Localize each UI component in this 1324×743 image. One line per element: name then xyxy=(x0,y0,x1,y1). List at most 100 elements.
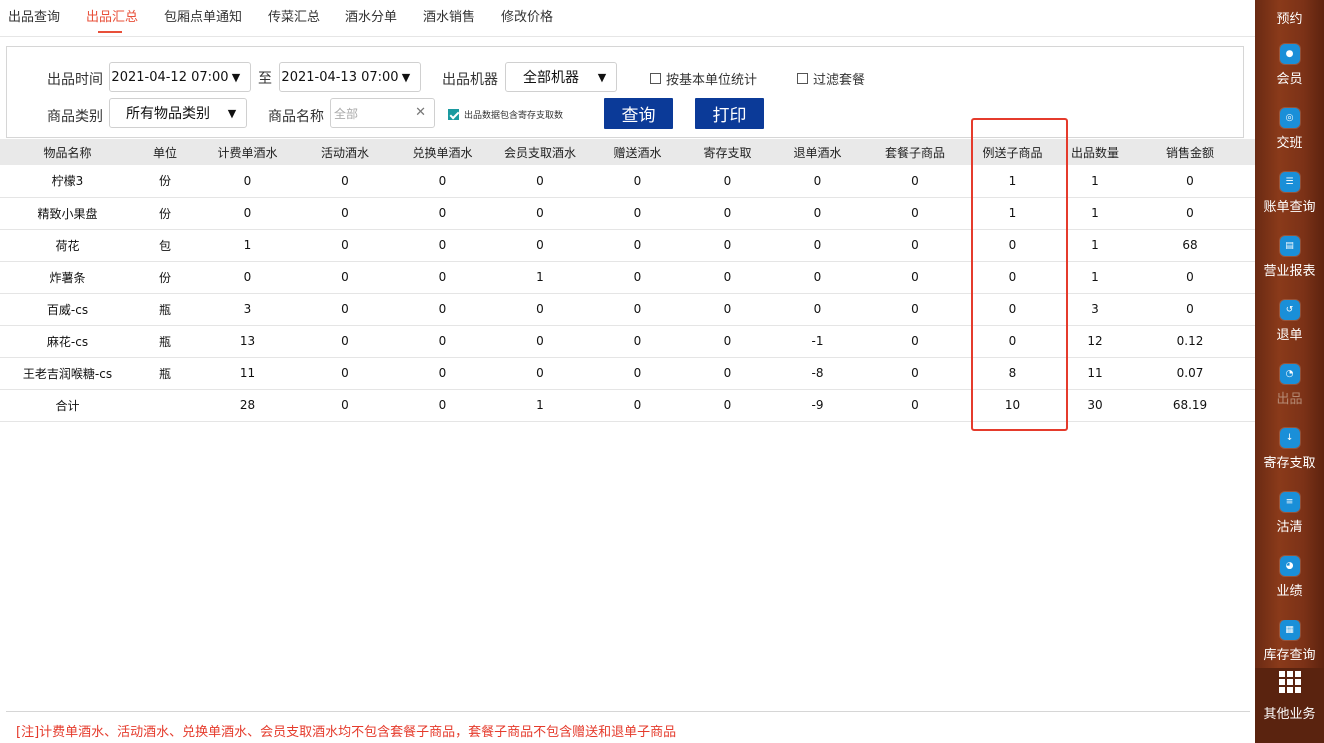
table-cell: 10 xyxy=(960,389,1065,422)
sidebar-item-label: 账单查询 xyxy=(1263,200,1316,215)
member-icon: ● xyxy=(1279,44,1300,64)
column-header[interactable]: 计费单酒水 xyxy=(195,139,300,165)
sidebar-item-label: 其他业务 xyxy=(1263,707,1316,722)
table-cell: 0 xyxy=(300,165,390,198)
category-select[interactable]: 所有物品类别 ▼ xyxy=(109,98,247,128)
sidebar-item-soldout[interactable]: ≡ 沽清 xyxy=(1255,492,1324,535)
table-cell: 瓶 xyxy=(135,357,195,390)
column-header[interactable]: 会员支取酒水 xyxy=(495,139,585,165)
to-label: 至 xyxy=(258,71,272,87)
table-row[interactable]: 炸薯条份 0 0 0 1 0 0 0 0 0 1 0 xyxy=(0,261,1255,294)
table-cell: 王老吉润喉糖-cs xyxy=(0,357,135,390)
column-header[interactable]: 兑换单酒水 xyxy=(390,139,495,165)
query-button[interactable]: 查询 xyxy=(604,98,673,129)
sidebar-item-member[interactable]: ● 会员 xyxy=(1255,44,1324,87)
machine-select[interactable]: 全部机器 ▼ xyxy=(505,62,617,92)
sidebar-item-bill-query[interactable]: ☰ 账单查询 xyxy=(1255,172,1324,215)
tab-serving-summary[interactable]: 传菜汇总 xyxy=(268,6,320,25)
table-cell: 0 xyxy=(870,261,960,294)
table-cell: 0 xyxy=(765,197,870,230)
table-cell: 1 xyxy=(1065,197,1125,230)
total-row[interactable]: 合计 28 0 0 1 0 0 -9 0 10 30 68.19 xyxy=(0,389,1255,422)
tab-modify-price[interactable]: 修改价格 xyxy=(501,6,553,25)
table-cell: 3 xyxy=(195,293,300,326)
table-row[interactable]: 王老吉润喉糖-cs 瓶 11 0 0 0 0 0 -8 0 8 11 0.07 xyxy=(0,357,1255,390)
chevron-down-icon: ▼ xyxy=(227,106,237,120)
table-cell: 0 xyxy=(390,325,495,358)
table-cell: 0 xyxy=(495,293,585,326)
filter-set-checkbox[interactable]: 过滤套餐 xyxy=(797,69,865,88)
table-row[interactable]: 精致小果盘份 0 0 0 0 0 0 0 0 1 1 0 xyxy=(0,197,1255,230)
column-header[interactable]: 套餐子商品 xyxy=(870,139,960,165)
column-header[interactable]: 销售金额 xyxy=(1125,139,1255,165)
product-name-placeholder: 全部 xyxy=(334,106,359,121)
include-storage-checkbox[interactable]: 出品数据包含寄存支取数 xyxy=(448,108,563,121)
sidebar-item-storage[interactable]: ↓ 寄存支取 xyxy=(1255,428,1324,471)
column-header[interactable]: 寄存支取 xyxy=(690,139,765,165)
checkbox-checked-icon xyxy=(448,109,459,120)
product-name-input[interactable]: 全部 ✕ xyxy=(330,98,435,128)
sidebar-item-output[interactable]: ◔ 出品 xyxy=(1255,364,1324,407)
sidebar-item-shift[interactable]: ◎ 交班 xyxy=(1255,108,1324,151)
basic-unit-checkbox[interactable]: 按基本单位统计 xyxy=(650,69,757,88)
table-cell: 0 xyxy=(960,325,1065,358)
table-cell: 合计 xyxy=(0,389,135,422)
table-row[interactable]: 百威-cs 瓶 3 0 0 0 0 0 0 0 0 3 0 xyxy=(0,293,1255,326)
table-cell: 0 xyxy=(390,197,495,230)
table-cell: 0 xyxy=(390,357,495,390)
sidebar-item-refund[interactable]: ↺ 退单 xyxy=(1255,300,1324,343)
table-row[interactable]: 荷花包 1 0 0 0 0 0 0 0 0 1 68 xyxy=(0,229,1255,262)
performance-icon: ◕ xyxy=(1279,556,1300,576)
tab-output-summary[interactable]: 出品汇总 xyxy=(86,6,138,25)
column-header[interactable]: 出品数量 xyxy=(1065,139,1125,165)
table-cell: 0 xyxy=(390,261,495,294)
column-header[interactable]: 单位 xyxy=(135,139,195,165)
tab-drink-sales[interactable]: 酒水销售 xyxy=(423,6,475,25)
active-tab-underline xyxy=(98,31,122,33)
report-icon: ▤ xyxy=(1279,236,1300,256)
output-summary-table: 物品名称 单位 计费单酒水 活动酒水 兑换单酒水 会员支取酒水 赠送酒水 寄存支… xyxy=(0,139,1255,422)
column-header[interactable]: 退单酒水 xyxy=(765,139,870,165)
table-cell: 0 xyxy=(870,389,960,422)
table-cell: 0 xyxy=(870,165,960,198)
print-button[interactable]: 打印 xyxy=(695,98,764,129)
table-cell: 0 xyxy=(495,165,585,198)
table-cell: 1 xyxy=(1065,165,1125,198)
table-cell: 0 xyxy=(300,325,390,358)
tab-output-query[interactable]: 出品查询 xyxy=(8,6,60,25)
sidebar-item-other-business[interactable]: 其他业务 xyxy=(1255,668,1324,743)
sidebar-item-performance[interactable]: ◕ 业绩 xyxy=(1255,556,1324,599)
table-cell: -9 xyxy=(765,389,870,422)
column-header[interactable]: 活动酒水 xyxy=(300,139,390,165)
table-cell: 0 xyxy=(195,261,300,294)
column-header[interactable]: 物品名称 xyxy=(0,139,135,165)
table-cell: 0 xyxy=(390,229,495,262)
column-header[interactable]: 赠送酒水 xyxy=(585,139,690,165)
table-cell: 0 xyxy=(495,197,585,230)
table-row[interactable]: 麻花-cs 瓶 13 0 0 0 0 0 -1 0 0 12 0.12 xyxy=(0,325,1255,358)
sidebar-item-inventory[interactable]: ▦ 库存查询 xyxy=(1255,620,1324,666)
end-time-select[interactable]: 2021-04-13 07:00 ▼ xyxy=(279,62,421,92)
right-sidebar: 预约 ● 会员 ◎ 交班 ☰ 账单查询 ▤ 营业报表 ↺ 退单 ◔ 出品 ↓ 寄… xyxy=(1255,0,1324,743)
table-cell: 0 xyxy=(300,357,390,390)
table-cell: 0 xyxy=(1125,165,1255,198)
clear-icon[interactable]: ✕ xyxy=(415,105,426,120)
column-header[interactable]: 例送子商品 xyxy=(960,139,1065,165)
sidebar-item-business-report[interactable]: ▤ 营业报表 xyxy=(1255,236,1324,279)
table-cell: 0 xyxy=(765,261,870,294)
table-cell: 68 xyxy=(1125,229,1255,262)
table-cell: 0 xyxy=(690,357,765,390)
table-cell: 0 xyxy=(390,389,495,422)
table-row[interactable]: 柠檬3 份 0 0 0 0 0 0 0 0 1 1 0 xyxy=(0,165,1255,198)
output-icon: ◔ xyxy=(1279,364,1300,384)
machine-value: 全部机器 xyxy=(523,70,579,86)
filter-panel: 出品时间 2021-04-12 07:00 ▼ 至 2021-04-13 07:… xyxy=(6,46,1244,138)
tab-drink-split[interactable]: 酒水分单 xyxy=(345,6,397,25)
table-cell: 1 xyxy=(495,389,585,422)
bill-icon: ☰ xyxy=(1279,172,1300,192)
table-cell: 0 xyxy=(690,165,765,198)
table-cell: 0 xyxy=(585,165,690,198)
tab-room-order-notice[interactable]: 包厢点单通知 xyxy=(164,6,242,25)
sidebar-item-reservation[interactable]: 预约 xyxy=(1255,6,1324,27)
start-time-select[interactable]: 2021-04-12 07:00 ▼ xyxy=(109,62,251,92)
